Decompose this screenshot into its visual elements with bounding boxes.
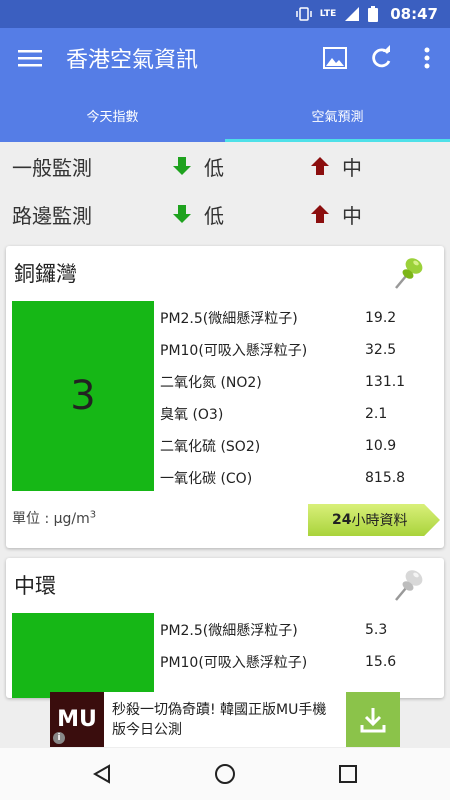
ad-info-icon[interactable]: i (53, 732, 65, 744)
high-level-text: 中 (342, 203, 362, 228)
home-circle-icon (214, 764, 235, 784)
pushpin-green-icon (395, 258, 423, 289)
ad-text: 秒殺一切偽奇蹟! 韓國正版MU手機版今日公測 (112, 701, 327, 738)
ad-download-button[interactable] (346, 692, 400, 747)
unit-label: 單位 : μg/m3 (12, 508, 96, 528)
app-bar: 香港空氣資訊 (0, 28, 450, 88)
24-hour-data-button[interactable]: 24 小時資料 (308, 504, 440, 536)
status-bar: LTE 08:47 (0, 0, 450, 28)
pollutant-row: PM2.5(微細懸浮粒子) 5.3 (160, 614, 440, 646)
pollutant-value: 815.8 (365, 470, 406, 486)
tab-bar: 今天指數 空氣預測 (0, 88, 450, 142)
ad-logo-text: MU (57, 707, 97, 732)
pollutant-row: 二氧化硫 (SO2) 10.9 (160, 430, 440, 462)
low-level-text: 低 (204, 155, 224, 180)
refresh-button[interactable] (358, 28, 404, 88)
pollutant-name: 二氧化硫 (SO2) (160, 439, 261, 455)
unit-text: 單位 : μg/m (12, 511, 90, 527)
ad-banner[interactable]: MU i 秒殺一切偽奇蹟! 韓國正版MU手機版今日公測 (50, 692, 400, 747)
pollutant-value: 10.9 (365, 438, 397, 454)
more-vert-icon (424, 47, 430, 69)
pollutant-list: PM2.5(微細懸浮粒子) 19.2 PM10(可吸入懸浮粒子) 32.5 二氧化氮… (160, 302, 440, 494)
station-card[interactable]: 中環 PM2.5(微細懸浮粒子) 5.3 PM10(可吸入懸浮粒子) 15.6 (6, 558, 444, 698)
summary-row-general: 一般監測 低 中 (0, 142, 450, 190)
arrow-up-icon (311, 205, 329, 223)
map-button[interactable] (312, 28, 358, 88)
pollutant-name: PM2.5(微細懸浮粒子) (160, 623, 298, 639)
pin-button[interactable] (392, 254, 426, 294)
pollutant-value: 32.5 (365, 342, 397, 358)
aqhi-value-box: 3 (12, 301, 154, 491)
lte-icon: LTE (319, 9, 337, 19)
station-name: 中環 (14, 574, 56, 598)
signal-icon (344, 6, 360, 22)
pollutant-row: 一氧化碳 (CO) 815.8 (160, 462, 440, 494)
pollutant-row: 臭氧 (O3) 2.1 (160, 398, 440, 430)
summary-high: 中 (310, 200, 448, 229)
station-name: 銅鑼灣 (14, 262, 77, 286)
pollutant-name: 臭氧 (O3) (160, 407, 224, 423)
summary-low: 低 (172, 200, 310, 229)
pollutant-row: PM2.5(微細懸浮粒子) 19.2 (160, 302, 440, 334)
pollutant-value: 131.1 (365, 374, 406, 390)
image-icon (323, 47, 347, 69)
back-triangle-icon (92, 764, 110, 784)
tab-today-index[interactable]: 今天指數 (0, 88, 225, 142)
station-card[interactable]: 銅鑼灣 3 PM2.5(微細懸浮粒子) 19.2 PM10(可吸入懸浮粒子) 32.… (6, 246, 444, 548)
system-nav-bar (0, 748, 450, 800)
clock: 08:47 (390, 5, 438, 23)
download-icon (360, 707, 386, 732)
menu-button[interactable] (0, 28, 60, 88)
home-button[interactable] (195, 748, 255, 800)
battery-icon (368, 6, 379, 22)
refresh-icon (372, 45, 391, 68)
pollutant-value: 5.3 (365, 622, 388, 638)
forecast-summary: 一般監測 低 中 路邊監測 低 中 (0, 142, 450, 238)
pollutant-value: 15.6 (365, 654, 397, 670)
button-label: 小時資料 (351, 513, 408, 529)
pollutant-value: 2.1 (365, 406, 388, 422)
aqhi-value-box (12, 613, 154, 698)
pollutant-row: PM10(可吸入懸浮粒子) 15.6 (160, 646, 440, 678)
vibrate-icon (295, 6, 312, 22)
summary-row-roadside: 路邊監測 低 中 (0, 190, 450, 238)
pollutant-row: PM10(可吸入懸浮粒子) 32.5 (160, 334, 440, 366)
pin-button[interactable] (392, 566, 426, 606)
arrow-down-icon (173, 205, 191, 223)
pollutant-list: PM2.5(微細懸浮粒子) 5.3 PM10(可吸入懸浮粒子) 15.6 (160, 614, 440, 678)
overflow-menu-button[interactable] (404, 28, 450, 88)
hamburger-icon (18, 50, 42, 67)
recents-button[interactable] (318, 748, 378, 800)
ad-logo: MU i (50, 692, 104, 747)
low-level-text: 低 (204, 203, 224, 228)
pollutant-name: PM10(可吸入懸浮粒子) (160, 343, 308, 359)
summary-high: 中 (310, 152, 448, 181)
recents-square-icon (339, 765, 358, 783)
pollutant-name: 一氧化碳 (CO) (160, 471, 253, 487)
app-title: 香港空氣資訊 (66, 48, 199, 73)
summary-low: 低 (172, 152, 310, 181)
high-level-text: 中 (342, 155, 362, 180)
pollutant-name: PM2.5(微細懸浮粒子) (160, 311, 298, 327)
tab-forecast[interactable]: 空氣預測 (225, 88, 450, 142)
pollutant-value: 19.2 (365, 310, 397, 326)
pushpin-gray-icon (395, 570, 423, 601)
arrow-up-icon (311, 157, 329, 175)
pollutant-name: 二氧化氮 (NO2) (160, 375, 262, 391)
hours-count: 24 (332, 512, 352, 528)
pollutant-name: PM10(可吸入懸浮粒子) (160, 655, 308, 671)
unit-superscript: 3 (89, 509, 97, 521)
pollutant-row: 二氧化氮 (NO2) 131.1 (160, 366, 440, 398)
summary-label: 路邊監測 (12, 203, 92, 228)
back-button[interactable] (72, 748, 132, 800)
arrow-down-icon (173, 157, 191, 175)
summary-label: 一般監測 (12, 155, 92, 180)
